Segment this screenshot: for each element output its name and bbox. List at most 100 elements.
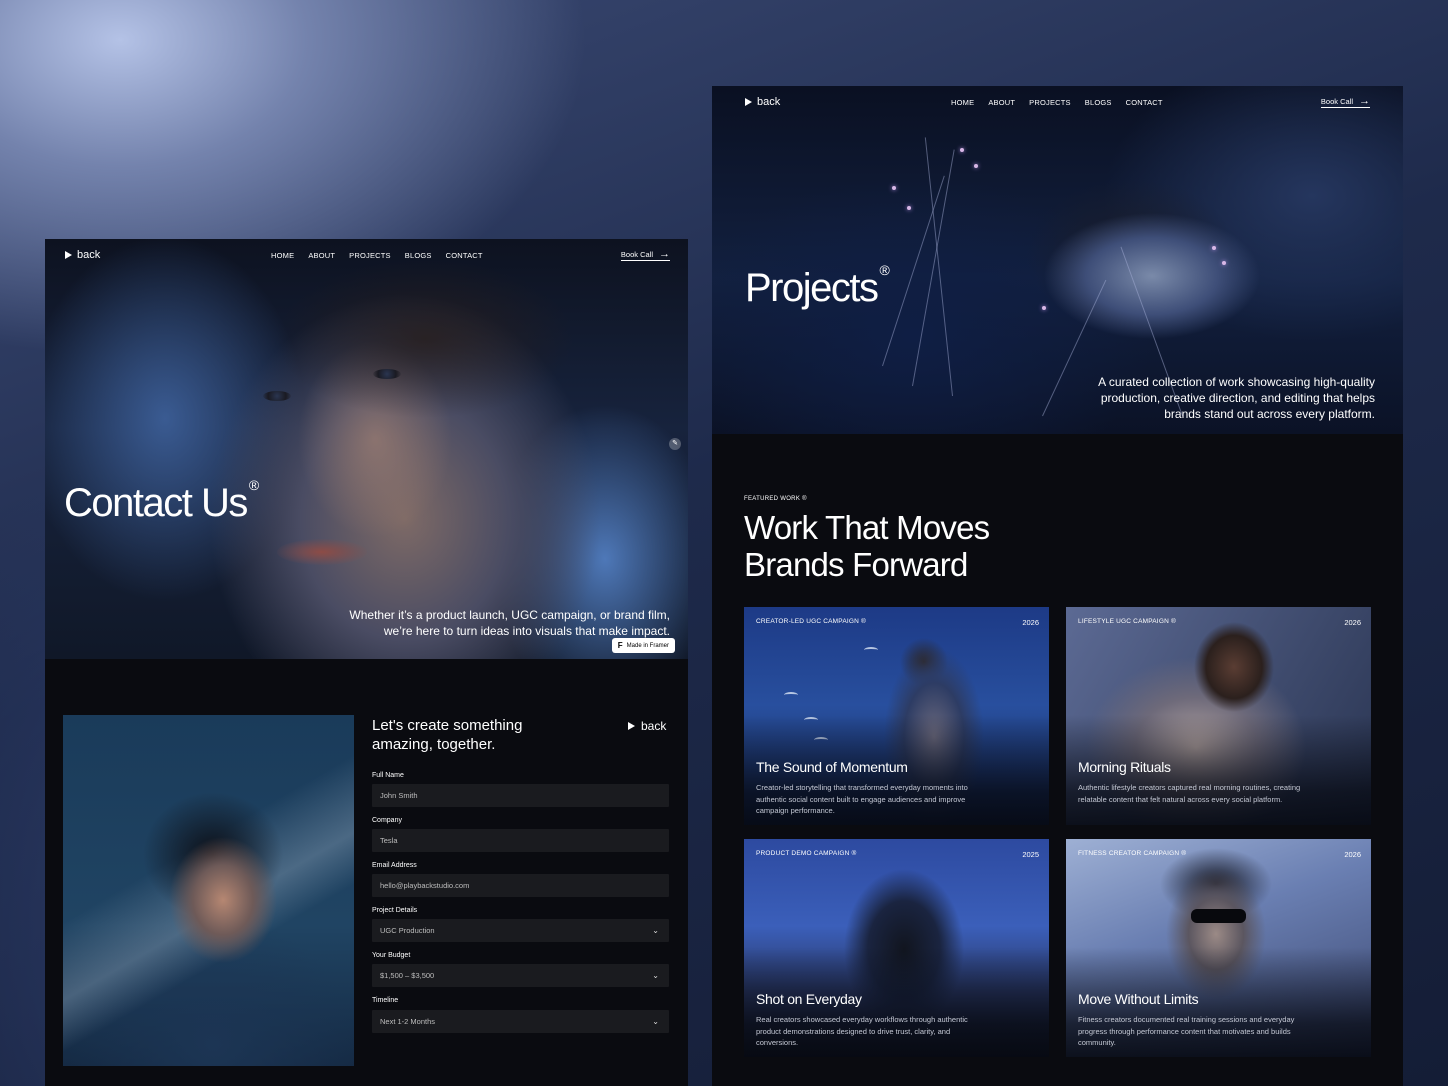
budget-label: Your Budget	[372, 952, 411, 959]
play-icon	[65, 251, 72, 259]
nav-about[interactable]: ABOUT	[308, 251, 335, 260]
timeline-label: Timeline	[372, 997, 399, 1004]
hero-eye-right	[373, 369, 401, 379]
projects-nav: back HOME ABOUT PROJECTS BLOGS CONTACT B…	[712, 86, 1403, 118]
project-details-select[interactable]: UGC Production ⌄	[372, 919, 669, 942]
project-title: Move Without Limits	[1078, 991, 1199, 1007]
nav-about[interactable]: ABOUT	[988, 98, 1015, 107]
hero-subtitle: Whether it’s a product launch, UGC campa…	[349, 608, 670, 638]
page-title-text: Projects	[745, 266, 879, 310]
company-field[interactable]: Tesla	[372, 829, 669, 852]
portrait-image	[63, 715, 354, 1066]
nav-contact[interactable]: CONTACT	[1126, 98, 1163, 107]
form-back-button[interactable]: back	[628, 719, 666, 733]
project-description: Fitness creators documented real trainin…	[1078, 1015, 1295, 1047]
nav-home[interactable]: HOME	[951, 98, 974, 107]
project-details-value: UGC Production	[380, 926, 435, 935]
nav-home[interactable]: HOME	[271, 251, 294, 260]
page-title-text: Contact Us	[64, 481, 248, 525]
full-name-field[interactable]: John Smith	[372, 784, 669, 807]
project-category: FITNESS CREATOR CAMPAIGN ®	[1078, 850, 1187, 857]
book-call-label: Book Call	[1320, 97, 1353, 106]
hero-hair-shadow	[275, 259, 575, 419]
hero-subtitle: A curated collection of work showcasing …	[1098, 375, 1375, 421]
project-description: Creator-led storytelling that transforme…	[756, 783, 968, 815]
email-label: Email Address	[372, 862, 417, 869]
chevron-down-icon: ⌄	[652, 926, 659, 935]
framer-logo-icon: F	[617, 641, 623, 650]
nav-logo[interactable]: back	[745, 96, 780, 108]
flower	[892, 186, 896, 190]
nav-menu: HOME ABOUT PROJECTS BLOGS CONTACT	[951, 98, 1163, 107]
nav-projects[interactable]: PROJECTS	[349, 251, 391, 260]
registered-mark: ®	[248, 477, 259, 493]
grass-stalk	[882, 175, 945, 367]
project-card-move-without-limits[interactable]: FITNESS CREATOR CAMPAIGN ® 2026 Move Wit…	[1066, 839, 1371, 1057]
project-details-label: Project Details	[372, 907, 418, 914]
project-year: 2026	[1022, 618, 1039, 627]
nav-menu: HOME ABOUT PROJECTS BLOGS CONTACT	[271, 251, 483, 260]
flower	[1222, 261, 1226, 265]
nav-projects[interactable]: PROJECTS	[1029, 98, 1071, 107]
contact-nav: back HOME ABOUT PROJECTS BLOGS CONTACT B…	[45, 239, 688, 271]
logo-text: back	[77, 249, 101, 261]
arrow-right-icon: →	[1359, 95, 1370, 107]
email-field[interactable]: hello@playbackstudio.com	[372, 874, 669, 897]
nav-contact[interactable]: CONTACT	[446, 251, 483, 260]
project-year: 2025	[1022, 850, 1039, 859]
sunglasses	[1191, 909, 1246, 923]
book-call-label: Book Call	[620, 250, 653, 259]
featured-work-label: FEATURED WORK ®	[744, 496, 807, 502]
logo-text: back	[757, 96, 781, 108]
book-call-button[interactable]: Book Call →	[620, 248, 670, 261]
project-year: 2026	[1344, 850, 1361, 859]
project-category: CREATOR-LED UGC CAMPAIGN ®	[756, 618, 867, 625]
projects-page-card: back HOME ABOUT PROJECTS BLOGS CONTACT B…	[712, 86, 1403, 1086]
full-name-label: Full Name	[372, 772, 404, 779]
company-label: Company	[372, 817, 402, 824]
flower	[974, 164, 978, 168]
book-call-button[interactable]: Book Call →	[1320, 95, 1370, 108]
project-card-morning-rituals[interactable]: LIFESTYLE UGC CAMPAIGN ® 2026 Morning Ri…	[1066, 607, 1371, 825]
bird	[864, 647, 878, 653]
form-heading: Let's create something amazing, together…	[372, 717, 523, 753]
form-back-label: back	[641, 719, 667, 733]
registered-mark: ®	[879, 262, 890, 278]
nav-blogs[interactable]: BLOGS	[405, 251, 432, 260]
chevron-down-icon: ⌄	[652, 1017, 659, 1026]
project-card-sound-of-momentum[interactable]: CREATOR-LED UGC CAMPAIGN ® 2026 The Soun…	[744, 607, 1049, 825]
hero-lips	[277, 539, 367, 565]
project-title: Shot on Everyday	[756, 991, 862, 1007]
play-icon	[745, 98, 752, 106]
contact-hero-image	[45, 239, 688, 659]
edit-icon[interactable]: ✎	[669, 438, 681, 450]
project-description: Authentic lifestyle creators captured re…	[1078, 783, 1301, 804]
bird	[784, 692, 798, 698]
flower	[1212, 246, 1216, 250]
project-description: Real creators showcased everyday workflo…	[756, 1015, 968, 1047]
project-title: Morning Rituals	[1078, 759, 1171, 775]
project-title: The Sound of Momentum	[756, 759, 908, 775]
page-title: Contact Us ®	[64, 477, 259, 526]
project-category: PRODUCT DEMO CAMPAIGN ®	[756, 850, 857, 857]
timeline-select[interactable]: Next 1-2 Months ⌄	[372, 1010, 669, 1033]
nav-blogs[interactable]: BLOGS	[1085, 98, 1112, 107]
contact-page-card: back HOME ABOUT PROJECTS BLOGS CONTACT B…	[45, 239, 688, 1086]
project-card-shot-on-everyday[interactable]: PRODUCT DEMO CAMPAIGN ® 2025 Shot on Eve…	[744, 839, 1049, 1057]
made-in-framer-badge[interactable]: F Made in Framer	[611, 638, 675, 653]
timeline-value: Next 1-2 Months	[380, 1017, 436, 1026]
hero-eye-left	[263, 391, 291, 401]
chevron-down-icon: ⌄	[652, 971, 659, 980]
badge-label: Made in Framer	[626, 642, 669, 649]
flower	[1042, 306, 1046, 310]
nav-logo[interactable]: back	[65, 249, 100, 261]
project-category: LIFESTYLE UGC CAMPAIGN ®	[1078, 618, 1176, 625]
arrow-right-icon: →	[659, 248, 670, 260]
budget-value: $1,500 – $3,500	[380, 971, 435, 980]
featured-heading: Work That Moves Brands Forward	[744, 509, 990, 583]
play-icon	[628, 722, 635, 730]
budget-select[interactable]: $1,500 – $3,500 ⌄	[372, 964, 669, 987]
project-year: 2026	[1344, 618, 1361, 627]
page-title: Projects ®	[745, 262, 890, 311]
flower	[907, 206, 911, 210]
